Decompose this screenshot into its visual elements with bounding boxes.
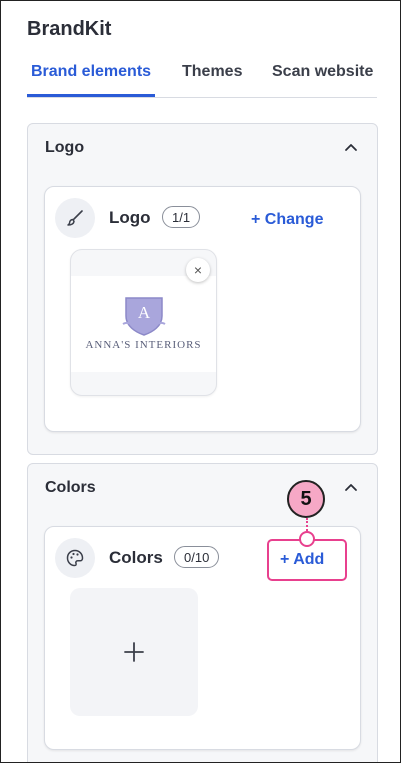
logo-panel-title: Logo <box>45 139 85 156</box>
colors-card-label: Colors <box>109 548 163 567</box>
change-logo-button[interactable]: + Change <box>251 211 323 229</box>
logo-panel: Logo Logo 1/1 + Change A ANNA'S INTERIOR… <box>27 123 378 455</box>
chevron-up-icon[interactable] <box>343 480 359 496</box>
chevron-up-icon[interactable] <box>343 140 359 156</box>
logo-card: Logo 1/1 + Change A ANNA'S INTERIORS × <box>44 186 361 432</box>
logo-wordmark: ANNA'S INTERIORS <box>85 339 202 351</box>
brush-icon <box>55 198 95 238</box>
callout-anchor-dot <box>299 531 315 547</box>
brandkit-frame: BrandKit Brand elements Themes Scan webs… <box>0 0 401 763</box>
crest-logo-image: A <box>122 297 166 336</box>
add-color-tile[interactable] <box>70 588 198 716</box>
colors-count-badge: 0/10 <box>174 546 220 568</box>
tab-themes[interactable]: Themes <box>182 63 242 81</box>
palette-icon <box>55 538 95 578</box>
tab-brand-elements[interactable]: Brand elements <box>31 63 151 81</box>
colors-panel: Colors Colors 0/10 + Add <box>27 463 378 762</box>
logo-monogram: A <box>138 303 151 322</box>
tab-scan-website[interactable]: Scan website <box>272 63 373 81</box>
app-title: BrandKit <box>27 18 112 40</box>
tab-bar: Brand elements Themes Scan website <box>27 53 377 98</box>
plus-icon <box>124 642 144 662</box>
logo-card-label: Logo <box>109 208 151 227</box>
logo-count-badge: 1/1 <box>162 206 201 228</box>
colors-panel-title: Colors <box>45 479 96 496</box>
remove-logo-button[interactable]: × <box>186 258 210 282</box>
active-tab-indicator <box>27 94 155 97</box>
callout-step-badge: 5 <box>287 480 325 518</box>
